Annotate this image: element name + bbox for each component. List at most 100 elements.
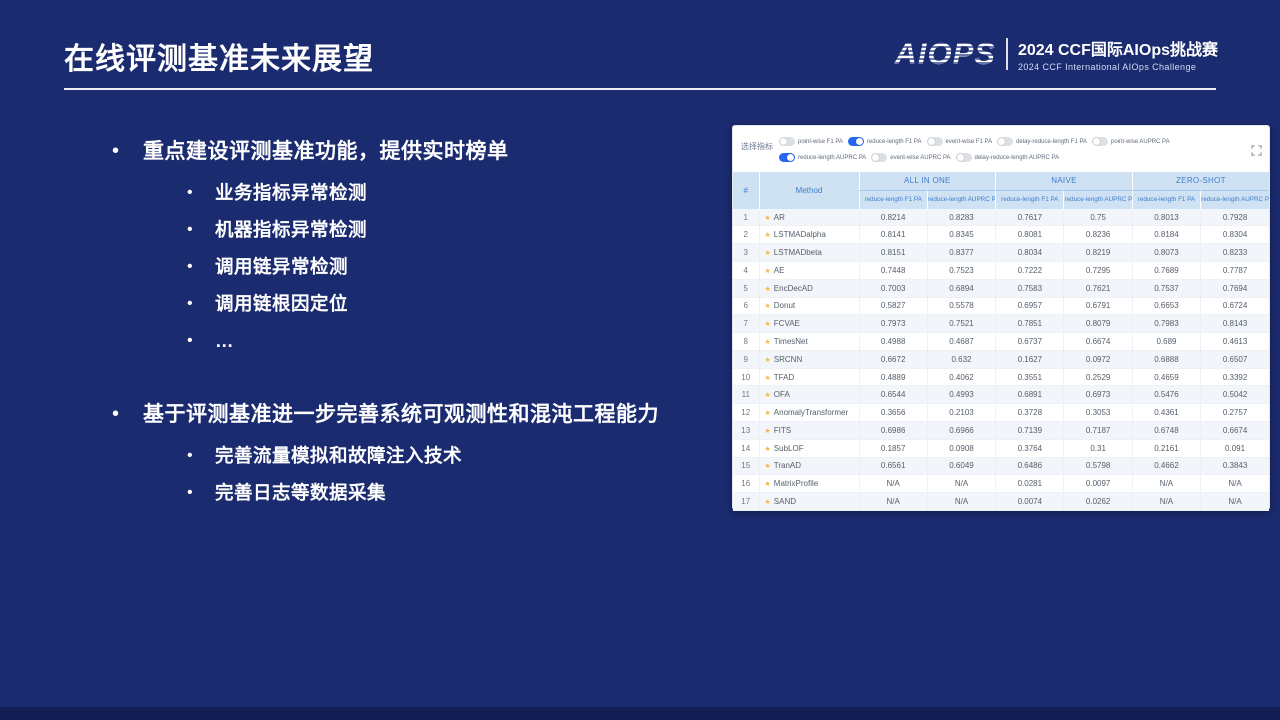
star-icon: ★ — [765, 232, 771, 239]
value-cell: 0.8151 — [859, 244, 927, 262]
metric-filter-bar: 选择指标 point-wise F1 PAreduce-length F1 PA… — [733, 126, 1269, 172]
toggle-event-wise-auprc-pa[interactable]: event-wise AUPRC PA — [871, 153, 950, 162]
rank-cell: 1 — [733, 209, 759, 226]
table-row: 6★Donut0.58270.55780.69570.67910.66530.6… — [733, 297, 1269, 315]
table-row: 1★AR0.82140.82830.76170.750.80130.7928 — [733, 209, 1269, 226]
value-cell: 0.7003 — [859, 279, 927, 297]
value-cell: 0.4993 — [927, 386, 995, 404]
rank-cell: 17 — [733, 493, 759, 511]
table-row: 3★LSTMADbeta0.81510.83770.80340.82190.80… — [733, 244, 1269, 262]
toggle-label: point-wise AUPRC PA — [1111, 139, 1170, 145]
bullet-subitem: •完善日志等数据采集 — [187, 482, 735, 503]
value-cell: 0.6507 — [1201, 350, 1269, 368]
group-header: ZERO-SHOT — [1132, 172, 1269, 190]
value-cell: 0.3551 — [996, 368, 1064, 386]
rank-cell: 3 — [733, 244, 759, 262]
star-icon: ★ — [765, 250, 771, 257]
bullet-dot: • — [187, 219, 215, 240]
toggle-delay-reduce-length-auprc-pa[interactable]: delay-reduce-length AUPRC PA — [956, 153, 1060, 162]
value-cell: N/A — [859, 493, 927, 511]
method-name: AnomalyTransformer — [774, 408, 848, 417]
value-cell: 0.8304 — [1201, 226, 1269, 244]
toggle-switch-icon[interactable] — [927, 137, 943, 146]
value-cell: 0.0074 — [996, 493, 1064, 511]
value-cell: N/A — [927, 493, 995, 511]
value-cell: 0.4988 — [859, 333, 927, 351]
index-header: # — [733, 172, 759, 209]
toggle-point-wise-f1-pa[interactable]: point-wise F1 PA — [779, 137, 843, 146]
value-cell: 0.689 — [1132, 333, 1200, 351]
toggle-switch-icon[interactable] — [848, 137, 864, 146]
value-cell: 0.5042 — [1201, 386, 1269, 404]
toggle-label: reduce-length AUPRC PA — [798, 155, 866, 161]
value-cell: N/A — [1201, 493, 1269, 511]
page-title: 在线评测基准未来展望 — [64, 34, 374, 78]
value-cell: 0.7621 — [1064, 279, 1132, 297]
value-cell: 0.8214 — [859, 209, 927, 226]
toggle-reduce-length-auprc-pa[interactable]: reduce-length AUPRC PA — [779, 153, 866, 162]
value-cell: 0.7787 — [1201, 261, 1269, 279]
method-name: TranAD — [774, 461, 801, 470]
toggle-knob — [856, 138, 863, 145]
rank-cell: 8 — [733, 333, 759, 351]
method-name: SubLOF — [774, 444, 804, 453]
value-cell: 0.7928 — [1201, 209, 1269, 226]
toggle-point-wise-auprc-pa[interactable]: point-wise AUPRC PA — [1092, 137, 1170, 146]
value-cell: 0.6674 — [1201, 421, 1269, 439]
bullet-dot: • — [187, 482, 215, 503]
star-icon: ★ — [765, 303, 771, 310]
bullet-text: 调用链异常检测 — [215, 256, 348, 277]
fullscreen-icon[interactable] — [1251, 145, 1262, 156]
value-cell: 0.0908 — [927, 439, 995, 457]
toggle-label: event-wise AUPRC PA — [890, 155, 950, 161]
value-cell: 0.7537 — [1132, 279, 1200, 297]
method-name: OFA — [774, 390, 790, 399]
toggle-switch-icon[interactable] — [779, 137, 795, 146]
table-row: 7★FCVAE0.79730.75210.78510.80790.79830.8… — [733, 315, 1269, 333]
value-cell: N/A — [927, 475, 995, 493]
value-cell: 0.3656 — [859, 404, 927, 422]
value-cell: 0.6748 — [1132, 421, 1200, 439]
method-name: TFAD — [774, 373, 794, 382]
toggle-switch-icon[interactable] — [871, 153, 887, 162]
value-cell: 0.6674 — [1064, 333, 1132, 351]
table-body: 1★AR0.82140.82830.76170.750.80130.79282★… — [733, 209, 1269, 511]
toggle-event-wise-f1-pa[interactable]: event-wise F1 PA — [927, 137, 993, 146]
value-cell: 0.632 — [927, 350, 995, 368]
method-cell: ★MatrixProfile — [759, 475, 859, 493]
method-name: FCVAE — [774, 319, 800, 328]
toggle-label: point-wise F1 PA — [798, 139, 843, 145]
method-cell: ★FCVAE — [759, 315, 859, 333]
value-cell: 0.8283 — [927, 209, 995, 226]
value-cell: 0.4687 — [927, 333, 995, 351]
value-cell: 0.4613 — [1201, 333, 1269, 351]
value-cell: 0.6891 — [996, 386, 1064, 404]
bullet-sections: •重点建设评测基准功能，提供实时榜单•业务指标异常检测•机器指标异常检测•调用链… — [105, 138, 735, 519]
value-cell: 0.8013 — [1132, 209, 1200, 226]
method-cell: ★AR — [759, 209, 859, 226]
toggle-delay-reduce-length-f1-pa[interactable]: delay-reduce-length F1 PA — [997, 137, 1087, 146]
leaderboard-table: #MethodALL IN ONENAIVEZERO-SHOTreduce-le… — [733, 172, 1269, 511]
method-cell: ★FITS — [759, 421, 859, 439]
toggle-knob — [998, 138, 1005, 145]
value-cell: 0.7448 — [859, 261, 927, 279]
bullet-dot: • — [187, 330, 215, 351]
toggle-switch-icon[interactable] — [956, 153, 972, 162]
toggle-switch-icon[interactable] — [1092, 137, 1108, 146]
value-cell: 0.8143 — [1201, 315, 1269, 333]
value-cell: 0.8233 — [1201, 244, 1269, 262]
method-cell: ★SAND — [759, 493, 859, 511]
toggle-reduce-length-f1-pa[interactable]: reduce-length F1 PA — [848, 137, 922, 146]
toggle-switch-icon[interactable] — [779, 153, 795, 162]
table-row: 13★FITS0.69860.69660.71390.71870.67480.6… — [733, 421, 1269, 439]
star-icon: ★ — [765, 410, 771, 417]
bullet-dot: • — [112, 138, 143, 165]
value-cell: 0.6653 — [1132, 297, 1200, 315]
table-row: 12★AnomalyTransformer0.36560.21030.37280… — [733, 404, 1269, 422]
value-cell: 0.3392 — [1201, 368, 1269, 386]
table-row: 16★MatrixProfileN/AN/A0.02810.0097N/AN/A — [733, 475, 1269, 493]
toggle-label: delay-reduce-length AUPRC PA — [975, 155, 1060, 161]
value-cell: 0.0281 — [996, 475, 1064, 493]
bullet-subitem: •调用链根因定位 — [187, 293, 735, 314]
toggle-switch-icon[interactable] — [997, 137, 1013, 146]
